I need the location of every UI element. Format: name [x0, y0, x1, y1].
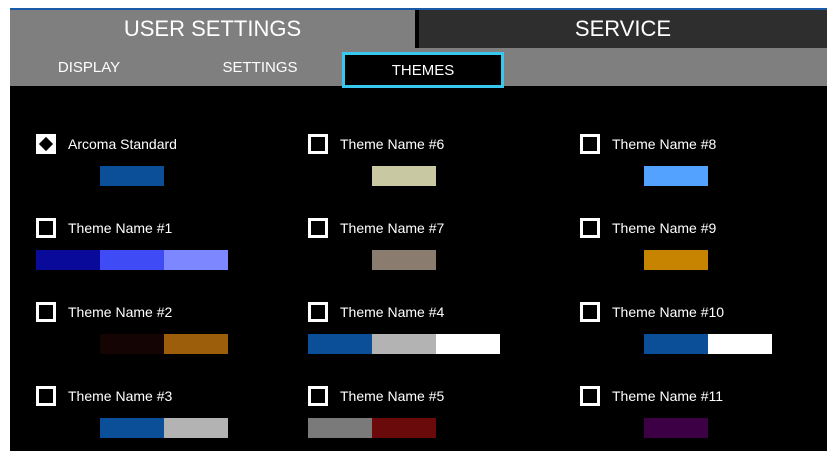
theme-option[interactable]: Theme Name #4: [308, 302, 548, 362]
theme-checkbox[interactable]: [308, 134, 328, 154]
theme-checkbox[interactable]: [308, 302, 328, 322]
theme-name-label: Theme Name #10: [612, 304, 725, 320]
theme-swatch-row: [580, 334, 772, 354]
theme-checkbox[interactable]: [580, 302, 600, 322]
color-swatch: [100, 334, 164, 354]
color-swatch: [436, 250, 500, 270]
color-swatch: [308, 418, 372, 438]
theme-option[interactable]: Theme Name #9: [580, 218, 820, 278]
theme-checkbox[interactable]: [36, 218, 56, 238]
theme-option[interactable]: Theme Name #8: [580, 134, 820, 194]
theme-option[interactable]: Arcoma Standard: [36, 134, 276, 194]
theme-name-label: Theme Name #6: [340, 136, 445, 152]
color-swatch: [36, 418, 100, 438]
color-swatch: [164, 334, 228, 354]
color-swatch: [580, 250, 644, 270]
theme-name-label: Theme Name #7: [340, 220, 445, 236]
theme-swatch-row: [36, 334, 228, 354]
color-swatch: [436, 418, 500, 438]
theme-swatch-row: [580, 418, 772, 438]
color-swatch: [164, 166, 228, 186]
subtab-themes[interactable]: THEMES: [342, 52, 504, 88]
theme-swatch-row: [36, 418, 228, 438]
theme-checkbox[interactable]: [580, 386, 600, 406]
theme-checkbox[interactable]: [308, 386, 328, 406]
theme-swatch-row: [36, 250, 228, 270]
theme-name-label: Theme Name #9: [612, 220, 717, 236]
theme-swatch-row: [308, 334, 500, 354]
color-swatch: [36, 250, 100, 270]
theme-swatch-row: [308, 250, 500, 270]
color-swatch: [36, 334, 100, 354]
theme-option[interactable]: Theme Name #7: [308, 218, 548, 278]
color-swatch: [164, 418, 228, 438]
theme-checkbox[interactable]: [36, 302, 56, 322]
color-swatch: [644, 250, 708, 270]
color-swatch: [372, 250, 436, 270]
color-swatch: [644, 418, 708, 438]
color-swatch: [708, 250, 772, 270]
tab-service[interactable]: SERVICE: [419, 10, 827, 48]
theme-swatch-row: [308, 166, 500, 186]
theme-name-label: Theme Name #5: [340, 388, 445, 404]
color-swatch: [100, 418, 164, 438]
color-swatch: [708, 418, 772, 438]
subtab-settings[interactable]: SETTINGS: [200, 48, 320, 86]
theme-swatch-row: [580, 166, 772, 186]
settings-screen: USER SETTINGS SERVICE DISPLAY SETTINGS T…: [10, 8, 827, 451]
side-mark: 2020: [818, 405, 827, 423]
color-swatch: [372, 166, 436, 186]
theme-name-label: Theme Name #8: [612, 136, 717, 152]
color-swatch: [36, 166, 100, 186]
subtab-bar: DISPLAY SETTINGS THEMES: [10, 48, 827, 88]
theme-option[interactable]: Theme Name #11: [580, 386, 820, 446]
tab-user-settings[interactable]: USER SETTINGS: [10, 10, 415, 48]
theme-swatch-row: [308, 418, 500, 438]
theme-option[interactable]: Theme Name #5: [308, 386, 548, 446]
theme-option[interactable]: Theme Name #10: [580, 302, 820, 362]
theme-option[interactable]: Theme Name #2: [36, 302, 276, 362]
theme-checkbox[interactable]: [580, 134, 600, 154]
color-swatch: [708, 334, 772, 354]
color-swatch: [436, 166, 500, 186]
color-swatch: [372, 334, 436, 354]
color-swatch: [580, 166, 644, 186]
theme-option[interactable]: Theme Name #1: [36, 218, 276, 278]
color-swatch: [308, 334, 372, 354]
color-swatch: [580, 334, 644, 354]
color-swatch: [580, 418, 644, 438]
theme-option[interactable]: Theme Name #6: [308, 134, 548, 194]
color-swatch: [308, 250, 372, 270]
color-swatch: [436, 334, 500, 354]
theme-name-label: Theme Name #11: [612, 388, 724, 404]
theme-option[interactable]: Theme Name #3: [36, 386, 276, 446]
color-swatch: [708, 166, 772, 186]
theme-name-label: Theme Name #3: [68, 388, 173, 404]
theme-swatch-row: [580, 250, 772, 270]
color-swatch: [644, 166, 708, 186]
theme-name-label: Theme Name #1: [68, 220, 173, 236]
theme-swatch-row: [36, 166, 228, 186]
subtab-display[interactable]: DISPLAY: [34, 48, 144, 86]
theme-checkbox[interactable]: [580, 218, 600, 238]
theme-checkbox[interactable]: [36, 386, 56, 406]
theme-name-label: Theme Name #2: [68, 304, 173, 320]
color-swatch: [100, 250, 164, 270]
color-swatch: [164, 250, 228, 270]
theme-checkbox[interactable]: [308, 218, 328, 238]
color-swatch: [308, 166, 372, 186]
theme-name-label: Theme Name #4: [340, 304, 445, 320]
color-swatch: [372, 418, 436, 438]
theme-checkbox[interactable]: [36, 134, 56, 154]
color-swatch: [100, 166, 164, 186]
color-swatch: [644, 334, 708, 354]
theme-name-label: Arcoma Standard: [68, 136, 177, 152]
